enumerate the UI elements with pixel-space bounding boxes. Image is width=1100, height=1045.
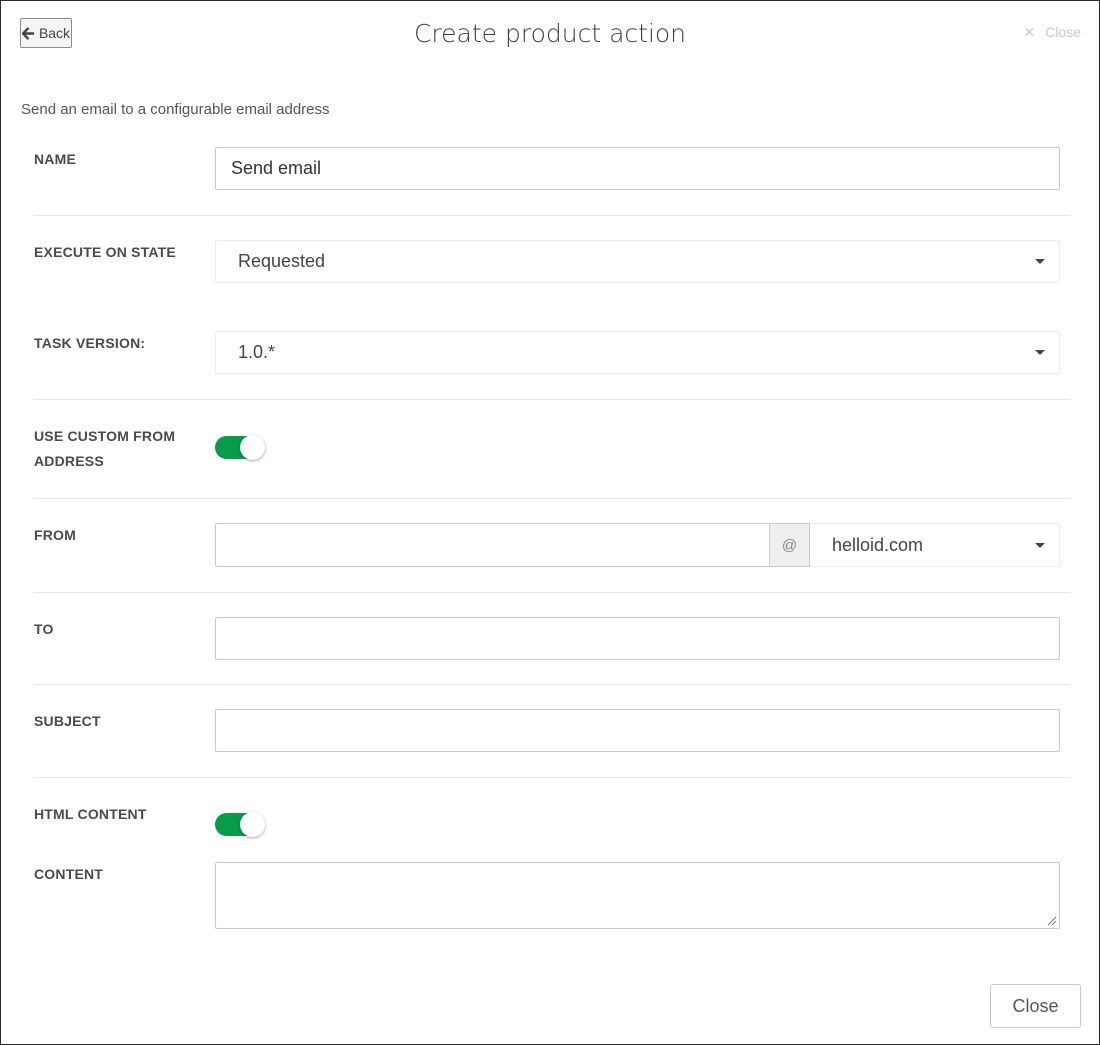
from-input[interactable]	[215, 523, 769, 567]
subject-input[interactable]	[215, 709, 1060, 752]
close-x-icon: ✕	[1023, 24, 1036, 40]
close-top-label: Close	[1045, 24, 1081, 40]
chevron-down-icon	[1035, 542, 1045, 548]
divider	[34, 684, 1070, 685]
name-label: NAME	[34, 151, 77, 167]
toggle-knob	[240, 435, 265, 460]
divider	[34, 777, 1070, 778]
divider	[34, 592, 1070, 593]
execute-on-state-select[interactable]: Requested	[215, 240, 1060, 283]
html-content-toggle[interactable]	[215, 812, 265, 838]
create-product-action-dialog: Back Create product action ✕ Close Send a…	[0, 0, 1100, 1045]
execute-on-state-label: EXECUTE ON STATE	[34, 244, 176, 260]
from-label: FROM	[34, 527, 77, 543]
close-top-button[interactable]: ✕ Close	[1023, 24, 1081, 41]
task-version-label: TASK VERSION:	[34, 335, 146, 351]
use-custom-from-label-line2: ADDRESS	[34, 453, 104, 469]
content-textarea[interactable]	[215, 862, 1060, 929]
execute-on-state-value: Requested	[238, 251, 326, 271]
resize-grip-icon[interactable]	[1047, 916, 1057, 926]
to-input[interactable]	[215, 617, 1060, 660]
divider	[34, 498, 1070, 499]
use-custom-from-toggle[interactable]	[215, 435, 265, 461]
chevron-down-icon	[1035, 350, 1045, 355]
divider	[34, 399, 1070, 400]
use-custom-from-label: USE CUSTOM FROM ADDRESS	[34, 424, 175, 474]
task-version-select[interactable]: 1.0.*	[215, 331, 1060, 374]
divider	[34, 215, 1070, 216]
action-description: Send an email to a configurable email ad…	[21, 101, 330, 118]
from-domain-value: helloid.com	[832, 534, 924, 555]
from-domain-select[interactable]: helloid.com	[810, 523, 1060, 567]
html-content-label: HTML CONTENT	[34, 806, 147, 822]
toggle-knob	[240, 812, 265, 837]
name-input-value: Send email	[231, 158, 322, 178]
at-addon: @	[769, 523, 810, 567]
to-label: TO	[34, 621, 54, 637]
chevron-down-icon	[1035, 259, 1045, 264]
use-custom-from-label-line1: USE CUSTOM FROM	[34, 428, 176, 444]
content-label: CONTENT	[34, 866, 104, 882]
task-version-value: 1.0.*	[238, 342, 276, 362]
close-button[interactable]: Close	[990, 984, 1081, 1028]
subject-label: SUBJECT	[34, 713, 101, 729]
name-input[interactable]: Send email	[215, 147, 1060, 190]
dialog-title: Create product action	[413, 19, 687, 48]
